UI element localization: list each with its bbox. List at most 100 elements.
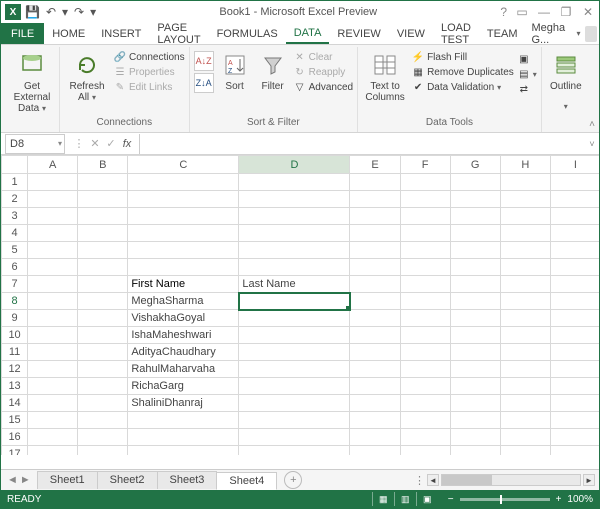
cell-E2[interactable]	[350, 191, 400, 208]
cell-F6[interactable]	[400, 259, 450, 276]
remove-duplicates-button[interactable]: ▦Remove Duplicates	[412, 66, 514, 78]
cell-G3[interactable]	[450, 208, 500, 225]
cell-F17[interactable]	[400, 446, 450, 456]
row-header-10[interactable]: 10	[2, 327, 28, 344]
view-page-layout-icon[interactable]: ▥	[394, 492, 416, 506]
cell-E10[interactable]	[350, 327, 400, 344]
cell-G16[interactable]	[450, 429, 500, 446]
cell-I10[interactable]	[550, 327, 599, 344]
restore-icon[interactable]: ❐	[559, 5, 573, 19]
tab-formulas[interactable]: FORMULAS	[209, 23, 286, 44]
cell-B1[interactable]	[78, 174, 128, 191]
new-sheet-button[interactable]: +	[284, 471, 302, 489]
whatif-button[interactable]: ▤▾	[518, 68, 537, 80]
signed-in-user[interactable]: Megha G...	[531, 22, 572, 46]
expand-formula-bar-icon[interactable]: ˅	[585, 139, 599, 149]
cell-A7[interactable]	[28, 276, 78, 293]
hscroll-left-icon[interactable]: ◄	[427, 474, 439, 486]
view-normal-icon[interactable]: ▦	[372, 492, 394, 506]
row-header-6[interactable]: 6	[2, 259, 28, 276]
cell-D16[interactable]	[239, 429, 350, 446]
cell-F11[interactable]	[400, 344, 450, 361]
row-header-8[interactable]: 8	[2, 293, 28, 310]
cell-B14[interactable]	[78, 395, 128, 412]
cancel-formula-icon[interactable]: ⋮	[71, 137, 87, 150]
cell-I14[interactable]	[550, 395, 599, 412]
cell-I15[interactable]	[550, 412, 599, 429]
collapse-ribbon-icon[interactable]: ˄	[589, 119, 595, 130]
cell-C11[interactable]: AdityaChaudhary	[128, 344, 239, 361]
cell-H16[interactable]	[500, 429, 550, 446]
cell-B9[interactable]	[78, 310, 128, 327]
cell-D4[interactable]	[239, 225, 350, 242]
cell-B13[interactable]	[78, 378, 128, 395]
cell-H17[interactable]	[500, 446, 550, 456]
row-header-7[interactable]: 7	[2, 276, 28, 293]
view-page-break-icon[interactable]: ▣	[416, 492, 438, 506]
cell-I3[interactable]	[550, 208, 599, 225]
row-header-15[interactable]: 15	[2, 412, 28, 429]
cell-E13[interactable]	[350, 378, 400, 395]
cell-D11[interactable]	[239, 344, 350, 361]
sheet-nav-first-icon[interactable]: ◄	[7, 474, 18, 486]
cell-A8[interactable]	[28, 293, 78, 310]
cell-E7[interactable]	[350, 276, 400, 293]
cell-E3[interactable]	[350, 208, 400, 225]
row-header-13[interactable]: 13	[2, 378, 28, 395]
cell-B3[interactable]	[78, 208, 128, 225]
cell-E8[interactable]	[350, 293, 400, 310]
row-header-14[interactable]: 14	[2, 395, 28, 412]
column-header-D[interactable]: D	[239, 156, 350, 174]
cell-D3[interactable]	[239, 208, 350, 225]
relationships-button[interactable]: ⇄	[518, 83, 537, 95]
cell-G5[interactable]	[450, 242, 500, 259]
save-icon[interactable]: 💾	[25, 5, 40, 19]
cell-A13[interactable]	[28, 378, 78, 395]
cell-H6[interactable]	[500, 259, 550, 276]
cell-F15[interactable]	[400, 412, 450, 429]
undo-dropdown-icon[interactable]: ▾	[62, 5, 68, 19]
clear-filter-button[interactable]: ✕Clear	[294, 51, 353, 63]
cell-E12[interactable]	[350, 361, 400, 378]
row-header-3[interactable]: 3	[2, 208, 28, 225]
cell-E9[interactable]	[350, 310, 400, 327]
cell-C3[interactable]	[128, 208, 239, 225]
tab-file[interactable]: FILE	[1, 23, 44, 44]
cell-I1[interactable]	[550, 174, 599, 191]
cell-H10[interactable]	[500, 327, 550, 344]
cell-G17[interactable]	[450, 446, 500, 456]
zoom-in-button[interactable]: +	[556, 494, 562, 505]
row-header-17[interactable]: 17	[2, 446, 28, 456]
cell-H11[interactable]	[500, 344, 550, 361]
row-header-4[interactable]: 4	[2, 225, 28, 242]
cell-E17[interactable]	[350, 446, 400, 456]
cell-I6[interactable]	[550, 259, 599, 276]
column-header-A[interactable]: A	[28, 156, 78, 174]
cell-F14[interactable]	[400, 395, 450, 412]
cell-A16[interactable]	[28, 429, 78, 446]
row-header-2[interactable]: 2	[2, 191, 28, 208]
row-header-16[interactable]: 16	[2, 429, 28, 446]
cell-I7[interactable]	[550, 276, 599, 293]
cell-B15[interactable]	[78, 412, 128, 429]
column-header-C[interactable]: C	[128, 156, 239, 174]
cell-E5[interactable]	[350, 242, 400, 259]
cell-B16[interactable]	[78, 429, 128, 446]
outline-button[interactable]: Outline▾	[546, 49, 586, 112]
cell-B4[interactable]	[78, 225, 128, 242]
cell-G11[interactable]	[450, 344, 500, 361]
cell-C4[interactable]	[128, 225, 239, 242]
reapply-filter-button[interactable]: ↻Reapply	[294, 66, 353, 78]
row-header-1[interactable]: 1	[2, 174, 28, 191]
cell-F16[interactable]	[400, 429, 450, 446]
cell-H3[interactable]	[500, 208, 550, 225]
sheet-tab-Sheet2[interactable]: Sheet2	[97, 471, 158, 489]
row-header-5[interactable]: 5	[2, 242, 28, 259]
cell-H5[interactable]	[500, 242, 550, 259]
cell-I17[interactable]	[550, 446, 599, 456]
undo-icon[interactable]: ↶	[46, 5, 56, 19]
cell-B5[interactable]	[78, 242, 128, 259]
cell-G1[interactable]	[450, 174, 500, 191]
sort-button[interactable]: AZ Sort	[218, 49, 252, 92]
close-icon[interactable]: ✕	[581, 5, 595, 19]
